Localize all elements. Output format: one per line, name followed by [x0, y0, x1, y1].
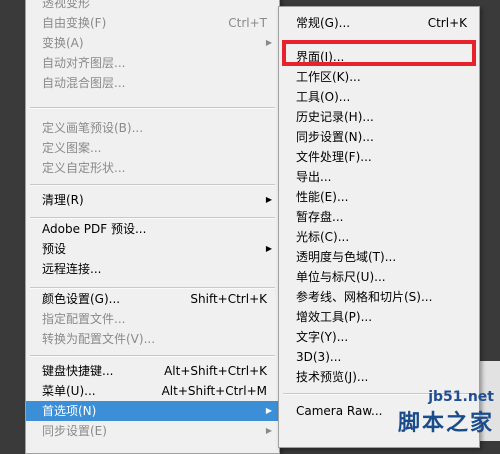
- menu-item-label: 文件处理(F)...: [296, 150, 372, 164]
- submenu-item-guides-grid-slices[interactable]: 参考线、网格和切片(S)...: [279, 287, 479, 307]
- menu-item-label: 文字(Y)...: [296, 330, 349, 344]
- menu-item-label: 3D(3)...: [296, 350, 342, 364]
- menu-item-define-shape[interactable]: 定义自定形状...: [26, 158, 279, 178]
- menu-item-label: 技术预览(J)...: [296, 370, 369, 384]
- menu-item-remote-connections[interactable]: 远程连接...: [26, 259, 279, 279]
- menu-item-define-pattern[interactable]: 定义图案...: [26, 138, 279, 158]
- menu-item-label: 远程连接...: [42, 262, 102, 276]
- menu-separator: [30, 184, 275, 186]
- menu-item-preferences[interactable]: 首选项(N) ▶: [26, 401, 279, 421]
- menu-item-define-brush[interactable]: 定义画笔预设(B)...: [26, 118, 279, 138]
- menu-item-label: 自动对齐图层...: [42, 56, 126, 70]
- menu-separator: [30, 217, 275, 219]
- submenu-item-file-handling[interactable]: 文件处理(F)...: [279, 147, 479, 167]
- preferences-submenu: 常规(G)... Ctrl+K 界面(I)... 工作区(K)... 工具(O)…: [278, 6, 480, 448]
- submenu-item-technology-previews[interactable]: 技术预览(J)...: [279, 367, 479, 387]
- submenu-arrow-icon: ▶: [265, 38, 273, 47]
- menu-separator: [30, 355, 275, 357]
- submenu-item-sync-settings[interactable]: 同步设置(N)...: [279, 127, 479, 147]
- submenu-item-units-rulers[interactable]: 单位与标尺(U)...: [279, 267, 479, 287]
- watermark-url: jb51.net: [428, 389, 494, 405]
- menu-item-label: 同步设置(E): [42, 424, 107, 438]
- menu-item-label: 颜色设置(G)...: [42, 292, 121, 306]
- menu-item-label: 增效工具(P)...: [296, 310, 373, 324]
- submenu-item-cursors[interactable]: 光标(C)...: [279, 227, 479, 247]
- menu-item-label: 定义画笔预设(B)...: [42, 121, 144, 135]
- menu-item-keyboard-shortcuts[interactable]: 键盘快捷键... Alt+Shift+Ctrl+K: [26, 361, 279, 381]
- menu-item-label: 导出...: [296, 170, 332, 184]
- menu-item-transform-perspective[interactable]: 透视变形: [26, 0, 279, 13]
- menu-item-label: 自由变换(F): [42, 16, 107, 30]
- menu-item-shortcut: Shift+Ctrl+K: [190, 292, 267, 306]
- submenu-item-type[interactable]: 文字(Y)...: [279, 327, 479, 347]
- menu-item-label: 变换(A): [42, 36, 84, 50]
- menu-item-presets[interactable]: 预设 ▶: [26, 239, 279, 259]
- menu-item-shortcut: Alt+Shift+Ctrl+K: [164, 364, 267, 378]
- menu-item-label: 性能(E)...: [296, 190, 349, 204]
- menu-item-label: 同步设置(N)...: [296, 130, 374, 144]
- menu-item-label: 参考线、网格和切片(S)...: [296, 290, 433, 304]
- menu-item-label: 历史记录(H)...: [296, 110, 374, 124]
- submenu-arrow-icon: ▶: [265, 244, 273, 253]
- submenu-item-plugins[interactable]: 增效工具(P)...: [279, 307, 479, 327]
- menu-item-adobe-pdf-presets[interactable]: Adobe PDF 预设...: [26, 219, 279, 239]
- highlight-annotation-box: [282, 40, 476, 66]
- menu-item-label: 清理(R): [42, 193, 84, 207]
- submenu-item-history[interactable]: 历史记录(H)...: [279, 107, 479, 127]
- menu-item-label: 单位与标尺(U)...: [296, 270, 386, 284]
- menu-item-label: 透明度与色域(T)...: [296, 250, 397, 264]
- menu-item-shortcut: Alt+Shift+Ctrl+M: [161, 384, 267, 398]
- menu-item-label: 菜单(U)...: [42, 384, 96, 398]
- edit-menu: 透视变形 自由变换(F) Ctrl+T 变换(A) ▶ 自动对齐图层... 自动…: [25, 0, 280, 454]
- menu-item-label: 定义自定形状...: [42, 161, 126, 175]
- menu-separator: [30, 107, 275, 109]
- menu-item-purge[interactable]: 清理(R) ▶: [26, 190, 279, 210]
- submenu-item-general[interactable]: 常规(G)... Ctrl+K: [279, 13, 479, 33]
- menu-item-label: 工作区(K)...: [296, 70, 361, 84]
- menu-item-shortcut: Ctrl+K: [427, 16, 467, 30]
- menu-item-shortcut: Ctrl+T: [228, 16, 267, 30]
- submenu-item-performance[interactable]: 性能(E)...: [279, 187, 479, 207]
- watermark-text: 脚本之家: [397, 411, 494, 436]
- menu-item-label: 首选项(N): [42, 404, 97, 418]
- menu-item-label: 工具(O)...: [296, 90, 351, 104]
- menu-item-sync-settings[interactable]: 同步设置(E) ▶: [26, 421, 279, 441]
- menu-item-label: 光标(C)...: [296, 230, 350, 244]
- menu-item-label: 暂存盘...: [296, 210, 344, 224]
- menu-item-auto-blend-layers[interactable]: 自动混合图层...: [26, 73, 279, 93]
- watermark: jb51.net 脚本之家: [350, 361, 500, 441]
- menu-item-label: 预设: [42, 242, 67, 256]
- submenu-item-export[interactable]: 导出...: [279, 167, 479, 187]
- menu-item-label: 指定配置文件...: [42, 312, 126, 326]
- menu-item-label: Camera Raw...: [296, 404, 383, 418]
- submenu-item-scratch-disks[interactable]: 暂存盘...: [279, 207, 479, 227]
- submenu-item-tools[interactable]: 工具(O)...: [279, 87, 479, 107]
- menu-item-menus[interactable]: 菜单(U)... Alt+Shift+Ctrl+M: [26, 381, 279, 401]
- submenu-arrow-icon: ▶: [265, 195, 273, 204]
- menu-item-label: 自动混合图层...: [42, 76, 126, 90]
- submenu-arrow-icon: ▶: [265, 426, 273, 435]
- menu-item-transform[interactable]: 变换(A) ▶: [26, 33, 279, 53]
- submenu-arrow-icon: ▶: [265, 406, 273, 415]
- menu-item-label: 透视变形: [42, 0, 91, 10]
- submenu-item-3d[interactable]: 3D(3)...: [279, 347, 479, 367]
- submenu-item-workspace[interactable]: 工作区(K)...: [279, 67, 479, 87]
- menu-separator: [30, 287, 275, 289]
- menu-item-convert-profile[interactable]: 转换为配置文件(V)...: [26, 329, 279, 349]
- menu-item-assign-profile[interactable]: 指定配置文件...: [26, 309, 279, 329]
- menu-item-label: 转换为配置文件(V)...: [42, 332, 156, 346]
- menu-item-auto-align-layers[interactable]: 自动对齐图层...: [26, 53, 279, 73]
- menu-item-label: Adobe PDF 预设...: [42, 222, 147, 236]
- menu-item-label: 键盘快捷键...: [42, 364, 114, 378]
- submenu-item-transparency-gamut[interactable]: 透明度与色域(T)...: [279, 247, 479, 267]
- menu-item-free-transform[interactable]: 自由变换(F) Ctrl+T: [26, 13, 279, 33]
- menu-item-label: 定义图案...: [42, 141, 102, 155]
- menu-item-color-settings[interactable]: 颜色设置(G)... Shift+Ctrl+K: [26, 289, 279, 309]
- menu-item-label: 常规(G)...: [296, 16, 351, 30]
